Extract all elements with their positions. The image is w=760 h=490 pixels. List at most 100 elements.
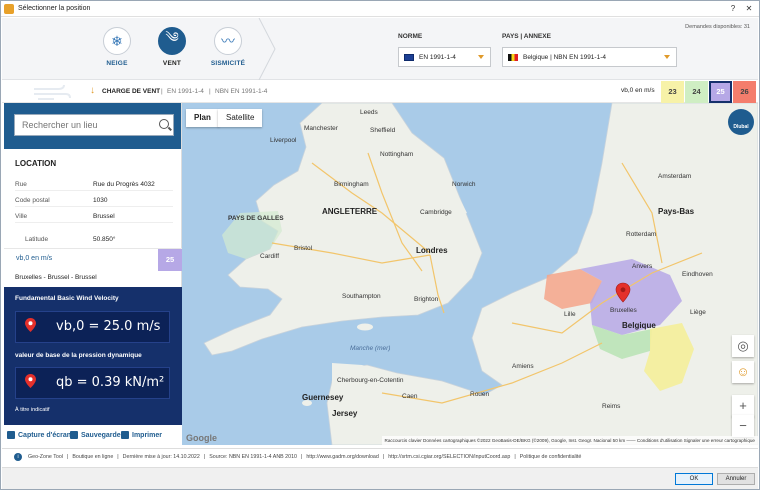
footer-link[interactable]: Politique de confidentialité: [520, 454, 582, 460]
map-label: Reims: [602, 403, 621, 410]
tab-satellite[interactable]: Satellite: [218, 109, 263, 127]
map-label: Bruxelles: [610, 307, 637, 314]
screenshot-label: Capture d'écran: [18, 431, 72, 439]
subbar-annex: NBN EN 1991-1-4: [215, 88, 268, 95]
save-label: Sauvegarde: [81, 431, 121, 439]
location-row: Rue Rue du Progrès 4032: [15, 177, 173, 191]
zone-swatch-25[interactable]: 25: [709, 81, 732, 103]
map-label: Birmingham: [334, 181, 369, 188]
footer-link[interactable]: http://srtm.csi.cgiar.org/SELECTION/inpu…: [388, 454, 510, 460]
eu-flag-icon: [404, 53, 414, 61]
print-button[interactable]: Imprimer: [121, 431, 162, 439]
locate-icon[interactable]: ◎: [732, 335, 754, 357]
requests-available: Demandes disponibles: 31: [685, 24, 750, 30]
search-icon[interactable]: [159, 119, 169, 129]
print-label: Imprimer: [132, 431, 162, 439]
row-value: Rue du Progrès 4032: [93, 181, 155, 188]
category-wind-button[interactable]: ༄ VENT: [142, 27, 202, 67]
map-label: Rotterdam: [626, 231, 657, 238]
zoom-out-button[interactable]: −: [732, 415, 754, 437]
zone-swatch-23[interactable]: 23: [661, 81, 684, 103]
map-label: Caen: [402, 393, 418, 400]
chevron-down-icon: [478, 55, 484, 59]
tab-plan[interactable]: Plan: [186, 109, 219, 127]
row-key: Rue: [15, 181, 27, 188]
zoom-in-button[interactable]: +: [732, 395, 754, 417]
zone-swatch-24[interactable]: 24: [685, 81, 708, 103]
map-pin-icon: [25, 374, 36, 388]
map-attribution[interactable]: Raccourcis clavier Données cartographiqu…: [381, 436, 758, 445]
pays-value: Belgique | NBN EN 1991-1-4: [523, 53, 606, 61]
cancel-button[interactable]: Annuler: [717, 473, 755, 485]
seismic-icon: 〰: [214, 27, 242, 55]
subbar-norm: EN 1991-1-4: [167, 88, 204, 95]
google-logo: Google: [186, 433, 217, 443]
footer-link[interactable]: Boutique en ligne: [72, 454, 113, 460]
chevron-divider-icon: [258, 18, 276, 80]
land-isle-of-wight: [357, 323, 373, 331]
map-label: Rouen: [470, 391, 490, 398]
search-input[interactable]: [14, 114, 174, 136]
ok-button[interactable]: OK: [675, 473, 713, 485]
zone-unit-label: vb,0 en m/s: [621, 87, 655, 94]
map-label: Belgique: [622, 321, 656, 330]
map-label: Nottingham: [380, 151, 414, 158]
location-row: Ville Brussel: [15, 209, 173, 223]
map-label: Amsterdam: [658, 173, 692, 180]
pays-label: PAYS | ANNEXE: [502, 33, 551, 40]
vb0-zone-value: 25: [158, 249, 182, 271]
wind-icon: ༄: [158, 27, 186, 55]
location-title: LOCATION: [15, 159, 57, 168]
category-snow-button[interactable]: ❄ NEIGE: [87, 27, 147, 67]
norme-select[interactable]: EN 1991-1-4: [398, 47, 491, 67]
title-bar: Sélectionner la position ? ✕: [1, 1, 759, 17]
row-key: Latitude: [25, 236, 49, 243]
norme-label: NORME: [398, 33, 423, 40]
app-icon: [4, 3, 14, 14]
window-title: Sélectionner la position: [18, 5, 91, 12]
help-icon[interactable]: ?: [727, 3, 739, 15]
action-bar: Capture d'écran Sauvegarde Imprimer: [4, 427, 182, 445]
map-label: Liège: [690, 309, 706, 316]
arrow-down-icon: ↓: [90, 85, 95, 96]
map-label: Pays-Bas: [658, 207, 695, 216]
map-label: Southampton: [342, 293, 381, 300]
street-view-icon[interactable]: ☺: [732, 361, 754, 383]
footer-item: Dernière mise à jour: 14.10.2022: [122, 454, 200, 460]
map-label: Guernesey: [302, 393, 344, 402]
map-label: Cherbourg-en-Cotentin: [337, 377, 404, 384]
close-icon[interactable]: ✕: [743, 3, 755, 15]
row-key: Code postal: [15, 197, 50, 204]
location-panel: LOCATION Rue Rue du Progrès 4032 Code po…: [4, 103, 182, 425]
wind-watermark-icon: [34, 84, 71, 100]
map-label: PAYS DE GALLES: [228, 215, 284, 222]
subbar-title: CHARGE DE VENT: [102, 88, 161, 95]
map-label: Bristol: [294, 245, 313, 252]
belgium-flag-icon: [508, 53, 518, 61]
wind-velocity-box: vb,0 = 25.0 m/s: [15, 311, 170, 343]
printer-icon: [121, 431, 129, 439]
footer-bar: i Geo-Zone Tool | Boutique en ligne | De…: [2, 448, 758, 465]
row-key: Ville: [15, 213, 28, 220]
snowflake-icon: ❄: [103, 27, 131, 55]
save-button[interactable]: Sauvegarde: [70, 431, 121, 439]
row-value: 1030: [93, 197, 108, 204]
map-label: Amiens: [512, 363, 534, 370]
footer-link[interactable]: http://www.gadm.org/download: [306, 454, 378, 460]
screenshot-button[interactable]: Capture d'écran: [7, 431, 71, 439]
map-label: Lille: [564, 311, 576, 318]
map-view[interactable]: Plan Satellite Leeds Sheffield Mancheste…: [182, 103, 758, 445]
location-row: Latitude 50.850°: [15, 232, 173, 246]
save-icon: [70, 431, 78, 439]
map-label: Manchester: [304, 125, 338, 132]
pays-select[interactable]: Belgique | NBN EN 1991-1-4: [502, 47, 677, 67]
vb0-row: vb,0 en m/s 25: [4, 248, 182, 271]
wind-velocity-heading: Fundamental Basic Wind Velocity: [15, 295, 119, 302]
zone-swatch-26[interactable]: 26: [733, 81, 756, 103]
subbar-separator: |: [209, 88, 211, 95]
vb0-label: vb,0 en m/s: [16, 255, 53, 262]
location-row: Code postal 1030: [15, 193, 173, 207]
category-seismic-button[interactable]: 〰 SISMICITÉ: [198, 27, 258, 67]
map-label: Brighton: [414, 296, 439, 303]
map-label: Sheffield: [370, 127, 396, 134]
